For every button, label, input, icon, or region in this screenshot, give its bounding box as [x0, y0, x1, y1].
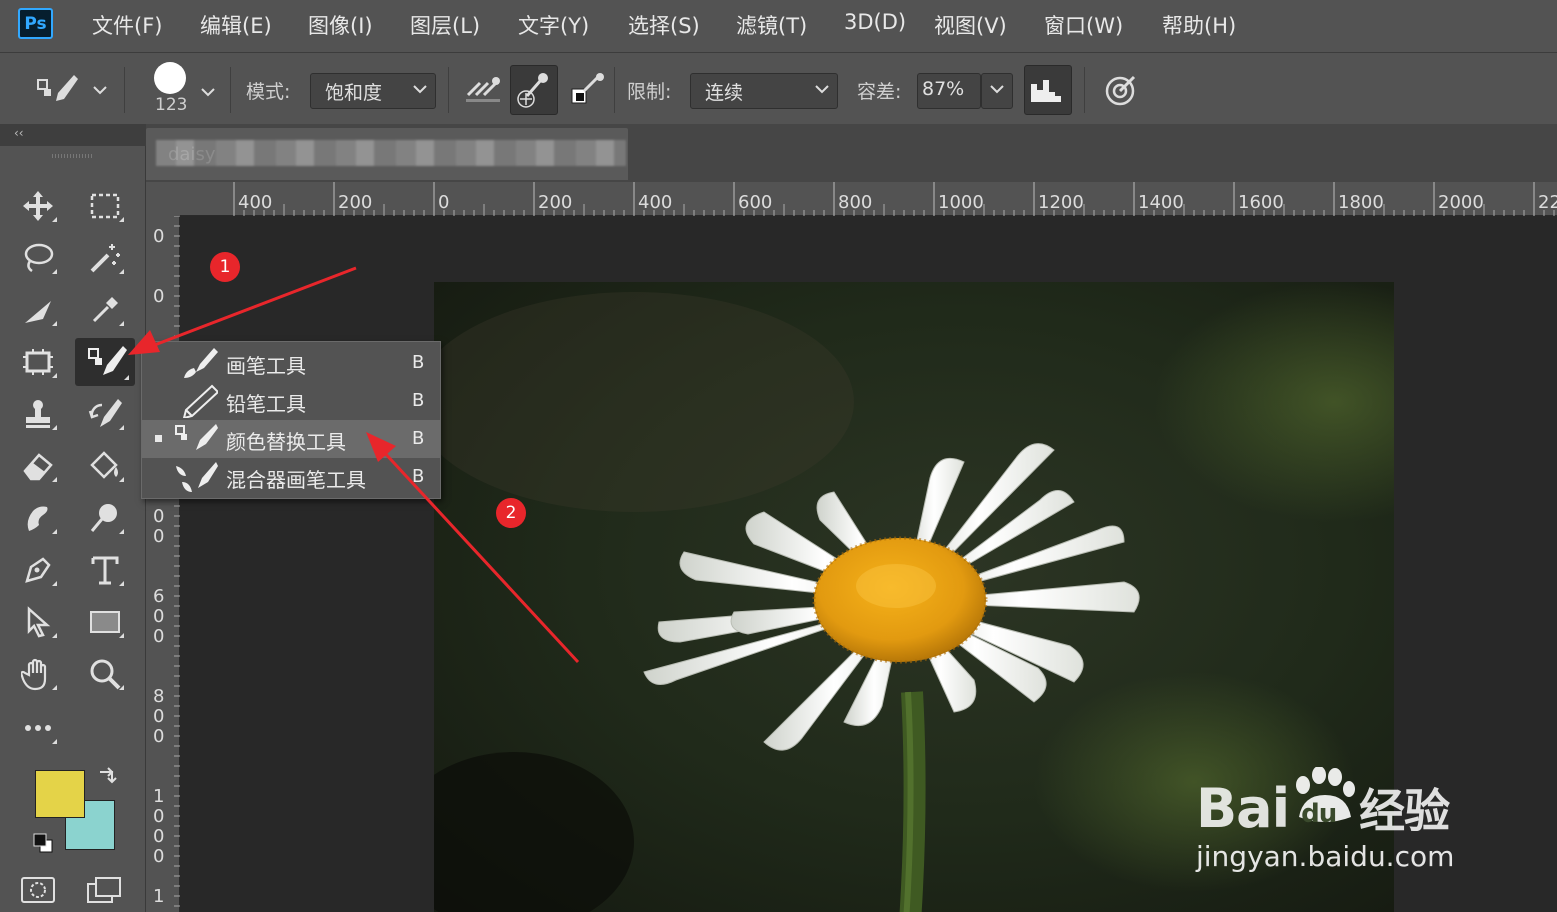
baidu-jingyan-watermark: Bai du 经验: [1196, 767, 1450, 841]
paw-icon: du: [1289, 767, 1359, 829]
watermark-cn: 经验: [1359, 784, 1450, 838]
watermark-brand: Bai: [1196, 777, 1290, 840]
step-badge-2: 2: [496, 498, 526, 528]
watermark-url: jingyan.baidu.com: [1196, 840, 1455, 873]
watermark-brand-du: du: [1301, 799, 1337, 829]
arrow-2-head: [366, 432, 396, 462]
arrow-2-shaft: [380, 448, 580, 664]
step-badge-1: 1: [210, 252, 240, 282]
arrow-1-head: [128, 330, 160, 355]
arrow-1-shaft: [151, 266, 357, 348]
